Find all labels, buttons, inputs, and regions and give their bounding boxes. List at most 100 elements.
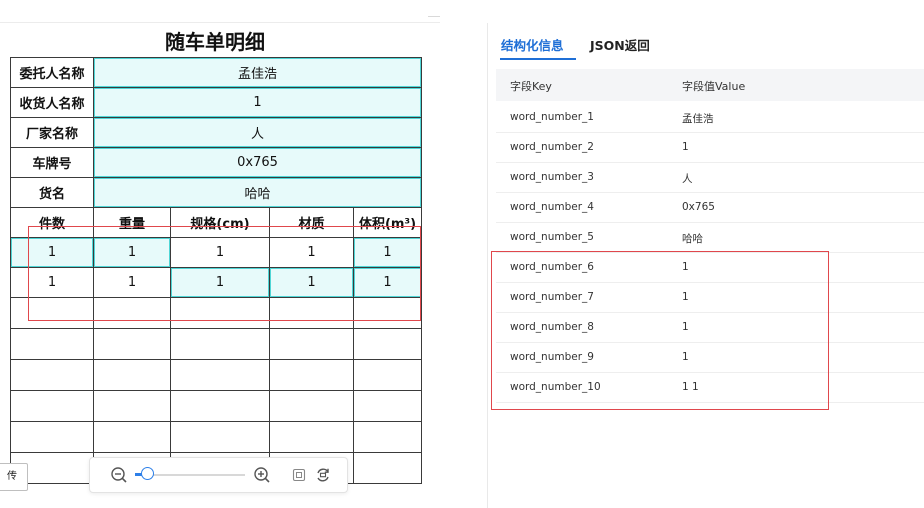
info-value: 孟佳浩	[92, 57, 423, 88]
data-cell: 1	[10, 267, 94, 298]
info-label: 货名	[10, 177, 94, 208]
field-value: 1	[682, 141, 689, 153]
column-header: 体积(m³)	[352, 207, 423, 238]
kv-row: word_number_10 1 1	[496, 372, 924, 403]
zoom-slider-handle[interactable]	[141, 467, 154, 480]
blank-cell	[352, 421, 423, 453]
key-column-header: 字段Key	[510, 80, 552, 93]
info-row: 委托人名称 孟佳浩	[10, 57, 423, 88]
panel-divider	[487, 23, 488, 508]
blank-cell	[170, 328, 270, 360]
blank-cell	[93, 328, 171, 360]
top-separator	[0, 22, 440, 23]
separator-tick	[428, 16, 440, 17]
data-cell: 1	[93, 267, 171, 298]
info-label: 委托人名称	[10, 57, 94, 88]
kv-row: word_number_3 人	[496, 162, 924, 193]
blank-row	[10, 421, 423, 453]
value-column-header: 字段值Value	[682, 80, 746, 93]
blank-cell	[10, 390, 94, 422]
blank-cell	[10, 421, 94, 453]
kv-row: word_number_9 1	[496, 342, 924, 373]
data-cell: 1	[170, 237, 270, 268]
blank-cell	[352, 452, 423, 484]
blank-cell	[352, 390, 423, 422]
data-cell: 1	[269, 237, 354, 268]
data-cell: 1	[352, 237, 423, 268]
field-key: word_number_6	[510, 261, 594, 273]
column-header: 重量	[93, 207, 171, 238]
kv-row: word_number_5 哈哈	[496, 222, 924, 253]
data-row: 1 1 1 1 1	[10, 237, 423, 268]
field-key: word_number_1	[510, 111, 594, 123]
blank-cell	[93, 359, 171, 391]
blank-cell	[10, 328, 94, 360]
kv-row: word_number_2 1	[496, 132, 924, 163]
blank-cell	[352, 297, 423, 329]
tab-structured-info[interactable]: 结构化信息	[501, 35, 564, 54]
field-value: 1	[682, 261, 689, 273]
blank-cell	[352, 328, 423, 360]
column-header: 材质	[269, 207, 354, 238]
info-label: 车牌号	[10, 147, 94, 178]
data-cell: 1	[93, 237, 171, 268]
blank-cell	[170, 421, 270, 453]
blank-cell	[170, 359, 270, 391]
fit-page-icon[interactable]	[292, 468, 306, 482]
zoom-out-icon[interactable]	[110, 466, 128, 484]
blank-row	[10, 359, 423, 391]
blank-cell	[269, 390, 354, 422]
field-key: word_number_10	[510, 381, 601, 393]
blank-cell	[93, 421, 171, 453]
field-value: 哈哈	[682, 233, 703, 245]
kv-row: word_number_7 1	[496, 282, 924, 313]
blank-cell	[93, 297, 171, 329]
document-table: 委托人名称 孟佳浩 收货人名称 1 厂家名称 人 车牌号 0x765 货名 哈哈…	[10, 57, 423, 484]
field-key: word_number_4	[510, 201, 594, 213]
kv-row: word_number_4 0x765	[496, 192, 924, 223]
blank-cell	[170, 297, 270, 329]
field-key: word_number_3	[510, 171, 594, 183]
blank-cell	[170, 390, 270, 422]
field-key: word_number_2	[510, 141, 594, 153]
active-tab-indicator	[500, 58, 576, 60]
info-row: 收货人名称 1	[10, 87, 423, 118]
info-value: 哈哈	[92, 177, 423, 208]
tab-json-response[interactable]: JSON返回	[590, 35, 650, 54]
info-value: 1	[92, 87, 423, 118]
field-value: 1	[682, 321, 689, 333]
blank-cell	[352, 359, 423, 391]
blank-cell	[10, 359, 94, 391]
rotate-icon[interactable]	[314, 466, 332, 484]
zoom-in-icon[interactable]	[253, 466, 271, 484]
info-row: 厂家名称 人	[10, 117, 423, 148]
field-value: 1	[682, 291, 689, 303]
document-preview: 随车单明细 委托人名称 孟佳浩 收货人名称 1 厂家名称 人 车牌号 0x765…	[0, 0, 440, 508]
info-value: 人	[92, 117, 423, 148]
field-value: 1 1	[682, 381, 699, 393]
field-value: 0x765	[682, 201, 715, 213]
side-chip[interactable]: 传	[0, 463, 28, 491]
blank-row	[10, 297, 423, 329]
field-key: word_number_9	[510, 351, 594, 363]
column-header-row: 件数 重量 规格(cm) 材质 体积(m³)	[10, 207, 423, 238]
field-value: 人	[682, 173, 693, 185]
kv-row: word_number_1 孟佳浩	[496, 102, 924, 133]
data-row: 1 1 1 1 1	[10, 267, 423, 298]
info-row: 车牌号 0x765	[10, 147, 423, 178]
field-key: word_number_7	[510, 291, 594, 303]
blank-cell	[10, 297, 94, 329]
data-cell: 1	[269, 267, 354, 298]
kv-table-header: 字段Key 字段值Value	[496, 69, 924, 101]
blank-cell	[269, 421, 354, 453]
kv-row: word_number_6 1	[496, 252, 924, 283]
info-label: 厂家名称	[10, 117, 94, 148]
field-key: word_number_8	[510, 321, 594, 333]
info-row: 货名 哈哈	[10, 177, 423, 208]
blank-cell	[269, 297, 354, 329]
blank-cell	[93, 390, 171, 422]
info-label: 收货人名称	[10, 87, 94, 118]
field-key: word_number_5	[510, 231, 594, 243]
kv-row: word_number_8 1	[496, 312, 924, 343]
blank-cell	[269, 359, 354, 391]
